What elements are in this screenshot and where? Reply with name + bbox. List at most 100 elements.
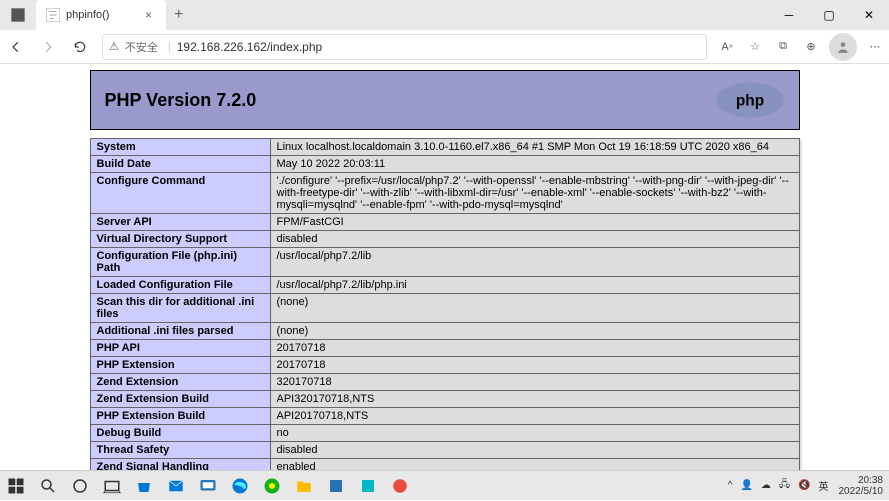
- config-key: PHP Extension: [90, 357, 270, 374]
- start-button[interactable]: [0, 471, 32, 501]
- table-row: Zend Extension320170718: [90, 374, 799, 391]
- tab-close-icon[interactable]: ×: [141, 8, 156, 22]
- browser-tab[interactable]: phpinfo() ×: [36, 0, 166, 30]
- minimize-button[interactable]: ─: [769, 0, 809, 30]
- navigation-bar: ⚠ 不安全 | A» ☆ ⧉ ⊕ ⋯: [0, 30, 889, 64]
- table-row: Additional .ini files parsed(none): [90, 323, 799, 340]
- config-key: PHP API: [90, 340, 270, 357]
- extensions-icon[interactable]: ⊕: [797, 33, 825, 61]
- config-key: Configure Command: [90, 173, 270, 214]
- menu-button[interactable]: ⋯: [861, 33, 889, 61]
- config-value: May 10 2022 20:03:11: [270, 156, 799, 173]
- table-row: Thread Safetydisabled: [90, 442, 799, 459]
- table-row: PHP Extension BuildAPI20170718,NTS: [90, 408, 799, 425]
- security-label: 不安全: [125, 39, 158, 55]
- title-bar: phpinfo() × + ─ ▢ ✕: [0, 0, 889, 30]
- table-row: Build DateMay 10 2022 20:03:11: [90, 156, 799, 173]
- config-key: Zend Extension: [90, 374, 270, 391]
- window-controls: ─ ▢ ✕: [769, 0, 889, 30]
- table-row: Server APIFPM/FastCGI: [90, 214, 799, 231]
- browser-chrome: phpinfo() × + ─ ▢ ✕ ⚠ 不安全 | A» ☆ ⧉ ⊕ ⋯: [0, 0, 889, 64]
- maximize-button[interactable]: ▢: [809, 0, 849, 30]
- taskbar-app-explorer[interactable]: [288, 471, 320, 501]
- config-value: no: [270, 425, 799, 442]
- config-key: Virtual Directory Support: [90, 231, 270, 248]
- tray-chevron-icon[interactable]: ^: [724, 480, 737, 491]
- page-title: PHP Version 7.2.0: [105, 90, 257, 111]
- config-value: Linux localhost.localdomain 3.10.0-1160.…: [270, 139, 799, 156]
- config-key: Server API: [90, 214, 270, 231]
- collections-icon[interactable]: ⧉: [769, 33, 797, 61]
- tray-volume-icon[interactable]: 🔇: [794, 480, 814, 491]
- config-value: API20170718,NTS: [270, 408, 799, 425]
- taskbar-app-store[interactable]: [128, 471, 160, 501]
- config-value: disabled: [270, 231, 799, 248]
- security-warning-icon[interactable]: ⚠: [109, 40, 119, 53]
- taskbar-app-wubi[interactable]: [384, 471, 416, 501]
- tray-people-icon[interactable]: 👤: [736, 480, 756, 491]
- tray-ime-icon[interactable]: 英: [815, 478, 833, 493]
- address-bar[interactable]: ⚠ 不安全 |: [102, 34, 707, 60]
- config-value: /usr/local/php7.2/lib: [270, 248, 799, 277]
- window-icon: [8, 5, 28, 25]
- back-button[interactable]: [2, 33, 30, 61]
- tray-network-icon[interactable]: 🖧: [775, 477, 794, 494]
- config-value: 20170718: [270, 340, 799, 357]
- config-key: System: [90, 139, 270, 156]
- table-row: Scan this dir for additional .ini files(…: [90, 294, 799, 323]
- profile-avatar[interactable]: [829, 33, 857, 61]
- cortana-icon[interactable]: [64, 471, 96, 501]
- config-value: disabled: [270, 442, 799, 459]
- phpinfo-table: SystemLinux localhost.localdomain 3.10.0…: [90, 138, 800, 500]
- taskbar: ^ 👤 ☁ 🖧 🔇 英 20:38 2022/5/10: [0, 470, 889, 500]
- config-key: Thread Safety: [90, 442, 270, 459]
- url-input[interactable]: [177, 40, 700, 54]
- refresh-button[interactable]: [66, 33, 94, 61]
- forward-button[interactable]: [34, 33, 62, 61]
- clock[interactable]: 20:38 2022/5/10: [833, 475, 889, 497]
- config-value: (none): [270, 323, 799, 340]
- config-key: Configuration File (php.ini) Path: [90, 248, 270, 277]
- config-key: Build Date: [90, 156, 270, 173]
- page-content[interactable]: PHP Version 7.2.0 php SystemLinux localh…: [0, 64, 889, 500]
- php-logo: php: [715, 81, 785, 119]
- table-row: Loaded Configuration File/usr/local/php7…: [90, 277, 799, 294]
- close-button[interactable]: ✕: [849, 0, 889, 30]
- taskbar-app-mail[interactable]: [160, 471, 192, 501]
- config-key: Scan this dir for additional .ini files: [90, 294, 270, 323]
- tray-onedrive-icon[interactable]: ☁: [757, 480, 775, 491]
- config-value: './configure' '--prefix=/usr/local/php7.…: [270, 173, 799, 214]
- config-key: Loaded Configuration File: [90, 277, 270, 294]
- config-key: PHP Extension Build: [90, 408, 270, 425]
- taskbar-app-edge[interactable]: [224, 471, 256, 501]
- config-key: Additional .ini files parsed: [90, 323, 270, 340]
- table-row: Virtual Directory Supportdisabled: [90, 231, 799, 248]
- config-value: FPM/FastCGI: [270, 214, 799, 231]
- table-row: Zend Extension BuildAPI320170718,NTS: [90, 391, 799, 408]
- system-tray: ^ 👤 ☁ 🖧 🔇 英 20:38 2022/5/10: [724, 475, 889, 497]
- browser-right-icons: A» ☆ ⧉ ⊕ ⋯: [713, 33, 889, 61]
- config-value: /usr/local/php7.2/lib/php.ini: [270, 277, 799, 294]
- search-icon[interactable]: [32, 471, 64, 501]
- config-value: 320170718: [270, 374, 799, 391]
- table-row: PHP Extension20170718: [90, 357, 799, 374]
- taskbar-app-360[interactable]: [256, 471, 288, 501]
- svg-text:php: php: [735, 93, 763, 110]
- config-value: 20170718: [270, 357, 799, 374]
- task-view-icon[interactable]: [96, 471, 128, 501]
- taskbar-app-music[interactable]: [352, 471, 384, 501]
- config-value: (none): [270, 294, 799, 323]
- page-favicon: [46, 8, 60, 22]
- table-row: Debug Buildno: [90, 425, 799, 442]
- config-key: Debug Build: [90, 425, 270, 442]
- phpinfo-header: PHP Version 7.2.0 php: [90, 70, 800, 130]
- config-value: API320170718,NTS: [270, 391, 799, 408]
- taskbar-app-vmware[interactable]: [192, 471, 224, 501]
- new-tab-button[interactable]: +: [166, 6, 191, 24]
- taskbar-app-security[interactable]: [320, 471, 352, 501]
- favorites-icon[interactable]: ☆: [741, 33, 769, 61]
- table-row: Configure Command'./configure' '--prefix…: [90, 173, 799, 214]
- table-row: PHP API20170718: [90, 340, 799, 357]
- read-aloud-icon[interactable]: A»: [713, 33, 741, 61]
- table-row: SystemLinux localhost.localdomain 3.10.0…: [90, 139, 799, 156]
